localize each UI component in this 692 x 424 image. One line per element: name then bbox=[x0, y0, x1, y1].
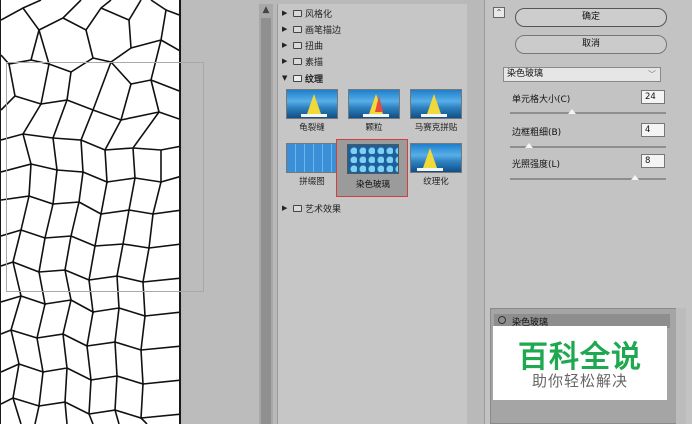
filter-thumb-texturizer[interactable]: 纹理化 bbox=[406, 143, 464, 189]
thumbnail-image bbox=[410, 89, 462, 119]
folder-icon bbox=[293, 204, 302, 212]
light-intensity-label: 光照强度(L) bbox=[512, 160, 561, 170]
chevron-down-icon: ﹀ bbox=[648, 70, 656, 79]
cell-size-slider-knob[interactable] bbox=[568, 109, 577, 114]
thumbnail-image bbox=[410, 143, 462, 173]
border-thickness-slider[interactable] bbox=[510, 146, 666, 148]
border-thickness-slider-knob[interactable] bbox=[524, 143, 533, 148]
filter-thumb-mosaic-tiles[interactable]: 马赛克拼贴 bbox=[406, 89, 464, 135]
folder-icon bbox=[293, 41, 302, 49]
thumbnail-label: 拼缀图 bbox=[299, 177, 325, 187]
folder-label: 扭曲 bbox=[305, 41, 324, 52]
border-thickness-label: 边框粗细(B) bbox=[512, 128, 562, 138]
folder-label: 素描 bbox=[305, 57, 324, 68]
border-thickness-input[interactable]: 4 bbox=[641, 123, 665, 137]
folder-label: 艺术效果 bbox=[305, 204, 342, 215]
folder-icon bbox=[293, 9, 302, 17]
thumbnail-label: 染色玻璃 bbox=[355, 180, 390, 190]
collapse-up-icon[interactable]: ⌃ bbox=[493, 7, 505, 18]
expand-arrow-icon: ▶ bbox=[282, 25, 288, 33]
folder-brush-strokes[interactable]: ▶ 画笔描边 bbox=[282, 22, 466, 36]
cell-size-slider[interactable] bbox=[510, 112, 666, 114]
thumbnail-label: 马赛克拼贴 bbox=[414, 123, 458, 133]
light-intensity-input[interactable]: 8 bbox=[641, 154, 665, 168]
thumbnail-image bbox=[286, 143, 338, 173]
cell-size-input[interactable]: 24 bbox=[641, 90, 665, 104]
thumbnail-image bbox=[347, 144, 399, 174]
filter-select[interactable]: 染色玻璃 ﹀ bbox=[503, 67, 661, 82]
folder-label: 风格化 bbox=[305, 9, 333, 20]
cell-size-label: 单元格大小(C) bbox=[512, 95, 571, 105]
filter-options-group bbox=[6, 62, 204, 292]
eye-icon[interactable] bbox=[498, 316, 506, 324]
layer-list-scrollbar[interactable] bbox=[676, 308, 686, 424]
folder-label: 画笔描边 bbox=[305, 25, 342, 36]
expand-arrow-icon: ▶ bbox=[282, 204, 288, 212]
folder-icon bbox=[293, 25, 302, 33]
folder-icon bbox=[293, 57, 302, 65]
folder-label: 纹理 bbox=[305, 74, 324, 85]
light-intensity-slider-knob[interactable] bbox=[630, 175, 639, 180]
light-intensity-slider[interactable] bbox=[510, 178, 666, 180]
folder-stylize[interactable]: ▶ 风格化 bbox=[282, 6, 466, 20]
thumbnail-label: 颗粒 bbox=[365, 123, 383, 133]
filter-thumb-stained-glass[interactable]: 染色玻璃 bbox=[336, 139, 408, 197]
folder-distort[interactable]: ▶ 扭曲 bbox=[282, 38, 466, 52]
filter-select-value: 染色玻璃 bbox=[507, 69, 544, 79]
folder-texture[interactable]: ▼ 纹理 bbox=[282, 71, 466, 85]
scroll-up-arrow-icon[interactable]: ▲ bbox=[260, 4, 272, 16]
scrollbar-thumb[interactable] bbox=[261, 18, 271, 424]
thumbnail-label: 龟裂缝 bbox=[299, 123, 325, 133]
folder-artistic[interactable]: ▶ 艺术效果 bbox=[282, 201, 466, 215]
preview-scrollbar[interactable]: ▲ bbox=[259, 4, 273, 424]
filter-thumb-grain[interactable]: 颗粒 bbox=[344, 89, 402, 135]
filter-thumb-craquelure[interactable]: 龟裂缝 bbox=[282, 89, 340, 135]
collapse-arrow-icon: ▼ bbox=[282, 74, 288, 82]
expand-arrow-icon: ▶ bbox=[282, 41, 288, 49]
thumbnail-image bbox=[286, 89, 338, 119]
filter-thumb-patchwork[interactable]: 拼缀图 bbox=[282, 143, 340, 189]
folder-open-icon bbox=[293, 74, 302, 82]
thumbnail-label: 纹理化 bbox=[423, 177, 449, 187]
expand-arrow-icon: ▶ bbox=[282, 57, 288, 65]
filter-gallery: ▶ 风格化 ▶ 画笔描边 ▶ 扭曲 ▶ 素描 ▼ 纹理 龟裂缝 颗粒 马赛克拼贴… bbox=[277, 4, 467, 424]
cancel-button[interactable]: 取消 bbox=[515, 35, 667, 54]
watermark-logo: 百科全说 助你轻松解决 bbox=[493, 326, 667, 400]
folder-sketch[interactable]: ▶ 素描 bbox=[282, 54, 466, 68]
thumbnail-image bbox=[348, 89, 400, 119]
ok-button[interactable]: 确定 bbox=[515, 8, 667, 27]
watermark-subtitle: 助你轻松解决 bbox=[531, 372, 628, 390]
expand-arrow-icon: ▶ bbox=[282, 9, 288, 17]
